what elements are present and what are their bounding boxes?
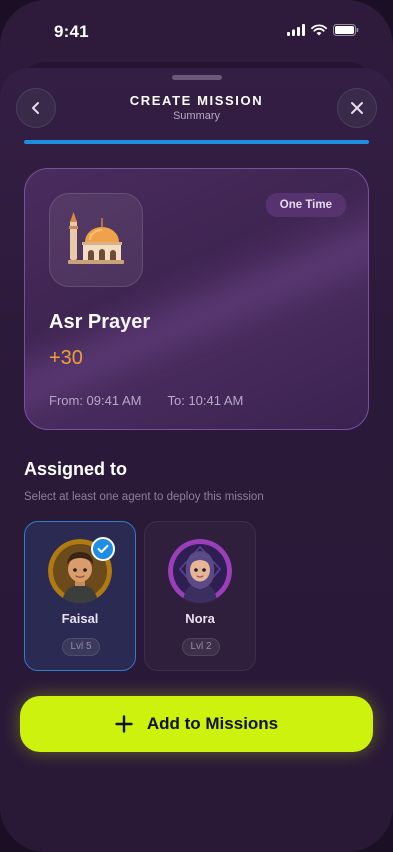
mission-end-time: To: 10:41 AM (167, 393, 244, 408)
avatar (168, 539, 232, 603)
status-bar: 9:41 (0, 0, 393, 60)
signal-icon (287, 24, 305, 36)
sheet-grabber[interactable] (172, 75, 222, 80)
mission-name: Asr Prayer (49, 311, 151, 333)
page-title: CREATE MISSION (129, 93, 264, 108)
phone-screen: 9:41 CREATE MISSION Summary One Time Asr… (0, 0, 393, 852)
agent-card-faisal[interactable]: Faisal Lvl 5 (24, 521, 136, 671)
step-progress-fill (24, 140, 369, 144)
wifi-icon (311, 24, 327, 36)
close-icon (351, 102, 363, 114)
mission-points: +30 (49, 347, 83, 369)
assigned-section-hint: Select at least one agent to deploy this… (24, 491, 264, 503)
add-to-missions-button[interactable]: Add to Missions (20, 696, 373, 752)
page-subtitle: Summary (172, 110, 221, 122)
mission-icon-tile (49, 193, 143, 287)
agent-card-nora[interactable]: Nora Lvl 2 (144, 521, 256, 671)
mission-summary-card: One Time Asr Prayer +30 From: 09:41 AM T… (24, 168, 369, 430)
selected-check-icon (91, 537, 115, 561)
assigned-section-title: Assigned to (24, 459, 128, 479)
step-progress-bar (24, 140, 369, 144)
status-icons (287, 24, 359, 36)
frequency-badge: One Time (265, 193, 346, 217)
add-to-missions-label: Add to Missions (146, 714, 279, 733)
agent-name: Nora (185, 611, 215, 626)
plus-icon (115, 715, 133, 733)
battery-icon (333, 24, 359, 36)
mosque-icon (68, 212, 124, 264)
mission-time-range: From: 09:41 AM To: 10:41 AM (49, 393, 243, 408)
agent-level-badge: Lvl 5 (62, 638, 100, 656)
close-button[interactable] (337, 88, 377, 128)
agent-name: Faisal (61, 611, 99, 626)
mission-start-time: From: 09:41 AM (49, 393, 142, 408)
status-time: 9:41 (54, 22, 89, 41)
agent-level-badge: Lvl 2 (182, 638, 220, 656)
